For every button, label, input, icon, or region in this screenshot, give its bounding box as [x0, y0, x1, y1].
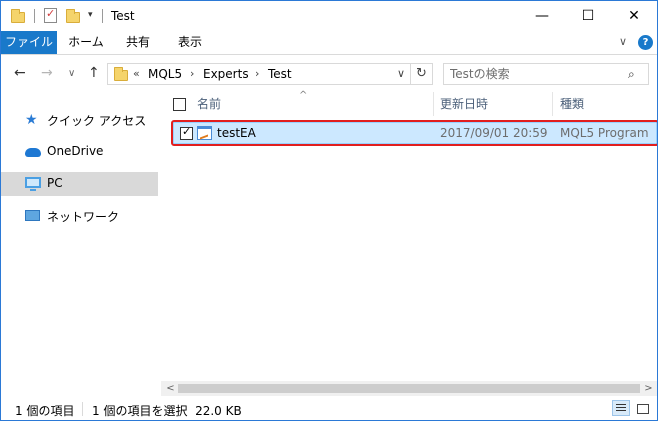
- close-button[interactable]: ✕: [611, 1, 657, 31]
- scroll-thumb[interactable]: [178, 384, 640, 393]
- column-divider[interactable]: [433, 92, 434, 116]
- star-icon: ★: [25, 112, 38, 128]
- address-bar[interactable]: « MQL5 › Experts › Test ∨: [107, 63, 411, 85]
- breadcrumb-separator[interactable]: ›: [190, 67, 194, 80]
- window-title: Test: [111, 9, 135, 23]
- item-count: 1 個の項目: [15, 404, 75, 418]
- quick-access-dropdown-icon[interactable]: ▾: [88, 10, 93, 20]
- breadcrumb-mql5[interactable]: MQL5: [148, 67, 182, 81]
- horizontal-scrollbar[interactable]: < >: [161, 381, 657, 396]
- help-icon[interactable]: ?: [638, 35, 653, 50]
- search-box[interactable]: ⌕: [443, 63, 649, 85]
- breadcrumb-overflow[interactable]: «: [133, 67, 140, 80]
- nav-item-label: クイック アクセス: [47, 114, 147, 128]
- column-header-type[interactable]: 種類: [560, 92, 584, 116]
- title-bar: ▾ Test — ☐ ✕: [1, 1, 657, 31]
- navigation-pane: ★ クイック アクセス OneDrive PC ネットワーク: [1, 92, 159, 396]
- column-header-name[interactable]: 名前: [197, 92, 221, 116]
- tab-file[interactable]: ファイル: [1, 31, 57, 54]
- status-bar: 1 個の項目 1 個の項目を選択 22.0 KB: [1, 397, 657, 420]
- select-all-checkbox[interactable]: [173, 98, 186, 111]
- tab-view[interactable]: 表示: [169, 31, 211, 54]
- maximize-button[interactable]: ☐: [565, 1, 611, 31]
- file-list: ^ 名前 更新日時 種類 testEA 2017/09/01 20:59 MQL…: [161, 90, 657, 381]
- ribbon-tabs: ファイル ホーム 共有 表示 ∨ ?: [1, 31, 657, 55]
- network-icon: [25, 210, 40, 221]
- pc-icon: [25, 177, 41, 191]
- breadcrumb-separator[interactable]: ›: [255, 67, 259, 80]
- large-icons-view-icon[interactable]: [633, 400, 651, 416]
- address-dropdown-icon[interactable]: ∨: [397, 67, 405, 80]
- breadcrumb-experts[interactable]: Experts: [203, 67, 249, 81]
- nav-item-label: OneDrive: [47, 144, 104, 158]
- column-header-modified[interactable]: 更新日時: [440, 92, 488, 116]
- scroll-right-button[interactable]: >: [641, 381, 656, 396]
- selection-info: 1 個の項目を選択 22.0 KB: [92, 404, 242, 418]
- nav-item-label: ネットワーク: [47, 210, 120, 224]
- column-divider[interactable]: [552, 92, 553, 116]
- highlight-annotation: [171, 120, 657, 146]
- nav-item-onedrive[interactable]: OneDrive: [1, 140, 158, 164]
- up-button[interactable]: ↑: [88, 65, 100, 81]
- toolbar-separator: [102, 9, 103, 23]
- tab-home[interactable]: ホーム: [63, 31, 109, 54]
- back-button[interactable]: ←: [14, 65, 26, 81]
- minimize-button[interactable]: —: [519, 1, 565, 31]
- forward-button[interactable]: →: [41, 65, 53, 81]
- search-input[interactable]: [450, 66, 620, 82]
- folder-icon[interactable]: [11, 9, 25, 23]
- nav-item-label: PC: [47, 176, 63, 190]
- folder-icon: [114, 67, 128, 81]
- ribbon-expand-icon[interactable]: ∨: [619, 35, 627, 48]
- toolbar-separator: [34, 9, 35, 23]
- navigation-bar: ← → ∨ ↑ « MQL5 › Experts › Test ∨ ↻ ⌕: [1, 56, 657, 92]
- explorer-window: ▾ Test — ☐ ✕ ファイル ホーム 共有 表示 ∨ ? ← → ∨ ↑ …: [0, 0, 658, 421]
- details-view-icon[interactable]: [612, 400, 630, 416]
- tab-share[interactable]: 共有: [117, 31, 159, 54]
- recent-locations-button[interactable]: ∨: [68, 68, 75, 79]
- nav-item-pc[interactable]: PC: [1, 172, 158, 196]
- refresh-button[interactable]: ↻: [411, 63, 433, 85]
- status-separator: [82, 402, 83, 416]
- nav-item-network[interactable]: ネットワーク: [1, 204, 158, 228]
- search-icon[interactable]: ⌕: [628, 67, 635, 82]
- new-folder-icon[interactable]: [66, 9, 80, 23]
- scroll-left-button[interactable]: <: [163, 381, 178, 396]
- properties-icon[interactable]: [44, 7, 57, 23]
- cloud-icon: [25, 148, 41, 157]
- breadcrumb-test[interactable]: Test: [268, 67, 292, 81]
- sort-indicator-icon: ^: [299, 90, 308, 101]
- nav-item-quick-access[interactable]: ★ クイック アクセス: [1, 108, 158, 132]
